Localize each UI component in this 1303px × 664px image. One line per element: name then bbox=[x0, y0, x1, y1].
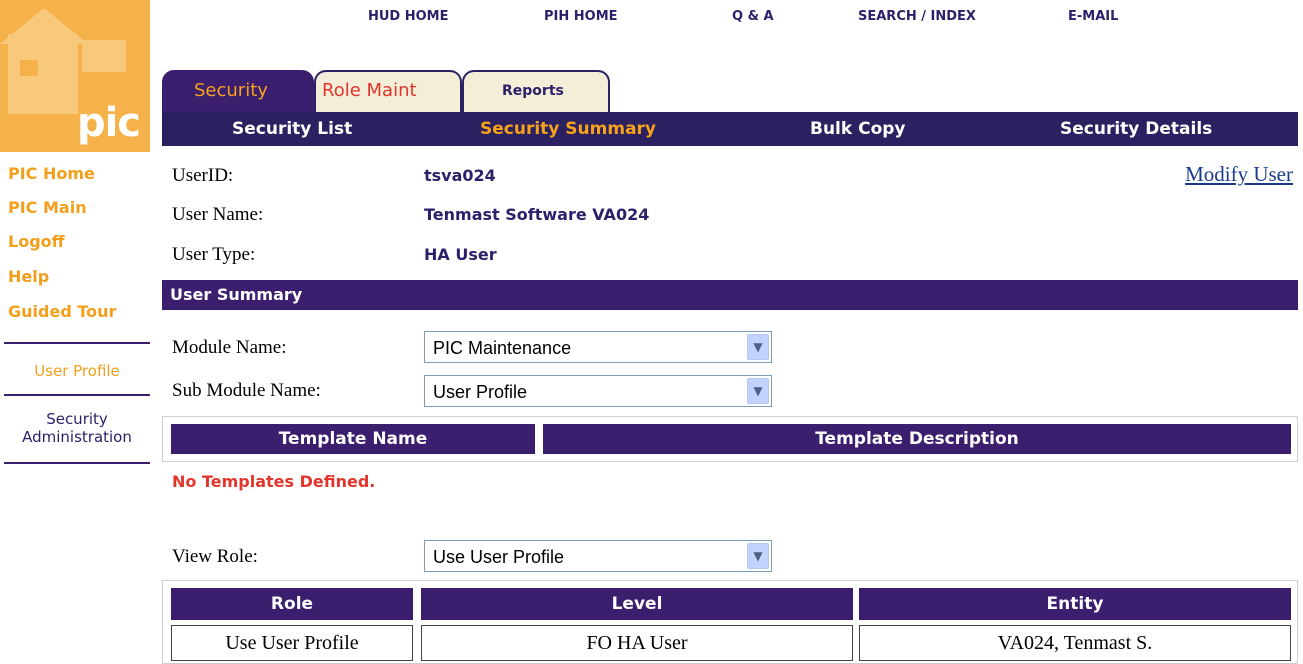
tab-role-maint[interactable]: Role Maint bbox=[314, 70, 462, 112]
subnav-security-list[interactable]: Security List bbox=[232, 119, 352, 139]
top-link-email[interactable]: E-MAIL bbox=[1068, 9, 1118, 24]
top-link-qa[interactable]: Q & A bbox=[732, 9, 774, 24]
user-type-label: User Type: bbox=[172, 244, 256, 265]
left-link-pic-home[interactable]: PIC Home bbox=[8, 164, 95, 183]
view-role-selected: Use User Profile bbox=[433, 547, 565, 567]
roles-table: Role Level Entity Use User Profile FO HA… bbox=[162, 580, 1298, 664]
template-description-header: Template Description bbox=[543, 424, 1291, 454]
left-link-pic-main[interactable]: PIC Main bbox=[8, 198, 87, 217]
view-role-select[interactable]: Use User Profile ▼ bbox=[424, 540, 772, 572]
building-icon bbox=[82, 40, 126, 72]
userid-label: UserID: bbox=[172, 165, 234, 186]
top-link-pih-home[interactable]: PIH HOME bbox=[544, 9, 618, 24]
left-link-help[interactable]: Help bbox=[8, 267, 49, 286]
role-cell: Use User Profile bbox=[171, 625, 413, 661]
tab-reports[interactable]: Reports bbox=[462, 70, 610, 112]
entity-cell: VA024, Tenmast S. bbox=[859, 625, 1291, 661]
left-nav-divider bbox=[4, 342, 150, 344]
pic-logo[interactable]: pic bbox=[0, 0, 150, 152]
user-summary-header: User Summary bbox=[162, 280, 1298, 310]
sub-module-name-label: Sub Module Name: bbox=[172, 380, 321, 401]
logo-text: pic bbox=[76, 100, 141, 146]
left-nav-divider bbox=[4, 394, 150, 396]
left-nav-divider bbox=[4, 462, 150, 464]
module-name-selected: PIC Maintenance bbox=[433, 338, 572, 358]
user-name-value: Tenmast Software VA024 bbox=[424, 205, 650, 224]
sub-module-name-selected: User Profile bbox=[433, 382, 528, 402]
module-name-select[interactable]: PIC Maintenance ▼ bbox=[424, 331, 772, 363]
subnav-security-summary[interactable]: Security Summary bbox=[480, 119, 656, 139]
sub-module-name-select[interactable]: User Profile ▼ bbox=[424, 375, 772, 407]
no-templates-message: No Templates Defined. bbox=[172, 472, 376, 491]
subnav-security-details[interactable]: Security Details bbox=[1060, 119, 1212, 139]
template-table: Template Name Template Description bbox=[162, 416, 1298, 462]
role-column-header: Role bbox=[171, 588, 413, 620]
top-link-hud-home[interactable]: HUD HOME bbox=[368, 9, 449, 24]
window-icon bbox=[20, 60, 38, 76]
top-link-search-index[interactable]: SEARCH / INDEX bbox=[858, 9, 976, 24]
user-name-label: User Name: bbox=[172, 204, 264, 225]
module-name-label: Module Name: bbox=[172, 337, 287, 358]
modify-user-link[interactable]: Modify User bbox=[1185, 162, 1293, 187]
left-link-guided-tour[interactable]: Guided Tour bbox=[8, 302, 116, 321]
entity-column-header: Entity bbox=[859, 588, 1291, 620]
left-item-user-profile[interactable]: User Profile bbox=[4, 362, 150, 380]
security-subnav: Security List Security Summary Bulk Copy… bbox=[162, 112, 1298, 146]
template-name-header: Template Name bbox=[171, 424, 535, 454]
left-item-security-administration[interactable]: Security Administration bbox=[4, 410, 150, 446]
house-icon bbox=[8, 34, 78, 114]
level-cell: FO HA User bbox=[421, 625, 853, 661]
chevron-down-icon[interactable]: ▼ bbox=[747, 378, 769, 404]
user-type-value: HA User bbox=[424, 245, 497, 264]
level-column-header: Level bbox=[421, 588, 853, 620]
subnav-bulk-copy[interactable]: Bulk Copy bbox=[810, 119, 906, 139]
left-link-logoff[interactable]: Logoff bbox=[8, 232, 65, 251]
chevron-down-icon[interactable]: ▼ bbox=[747, 334, 769, 360]
userid-value: tsva024 bbox=[424, 166, 496, 185]
chevron-down-icon[interactable]: ▼ bbox=[747, 543, 769, 569]
view-role-label: View Role: bbox=[172, 546, 258, 567]
tab-security[interactable]: Security bbox=[162, 70, 314, 112]
